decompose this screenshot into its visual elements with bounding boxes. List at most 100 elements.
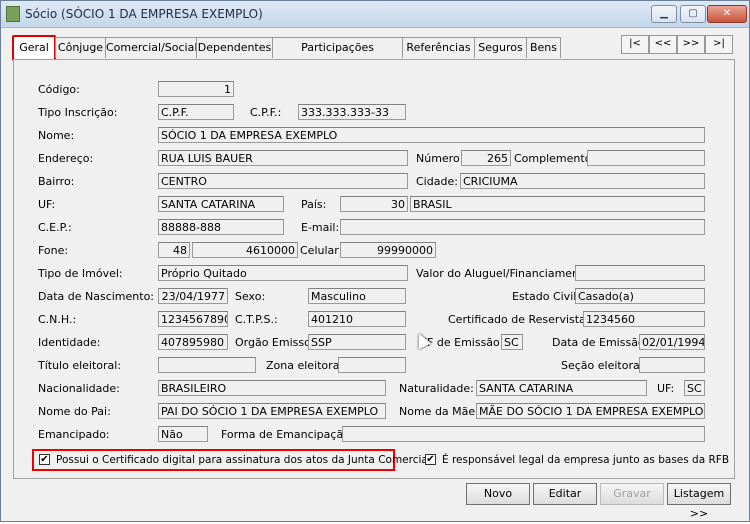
tipo-imovel-label: Tipo de Imóvel:: [38, 267, 123, 280]
gravar-button[interactable]: Gravar: [600, 483, 664, 505]
tab-geral[interactable]: Geral: [12, 35, 56, 61]
ctps-field[interactable]: 401210: [308, 311, 406, 327]
sexo-field[interactable]: Masculino: [308, 288, 406, 304]
valor-aluguel-label: Valor do Aluguel/Financiamento:: [416, 267, 594, 280]
previous-record-button[interactable]: <<: [649, 35, 677, 54]
uf-emissao-field[interactable]: SC: [501, 334, 523, 350]
nome-label: Nome:: [38, 129, 75, 142]
endereco-label: Endereço:: [38, 152, 94, 165]
data-emissao-field[interactable]: 02/01/1994: [639, 334, 705, 350]
uf-field[interactable]: SANTA CATARINA: [158, 196, 284, 212]
bairro-label: Bairro:: [38, 175, 75, 188]
codigo-label: Código:: [38, 83, 80, 96]
editar-button[interactable]: Editar: [533, 483, 597, 505]
zona-eleitoral-label: Zona eleitoral:: [266, 359, 347, 372]
uf-label: UF:: [38, 198, 56, 211]
celular-label: Celular:: [300, 244, 343, 257]
pais-field[interactable]: BRASIL: [410, 196, 705, 212]
tab-seguros[interactable]: Seguros: [474, 37, 527, 58]
first-record-button[interactable]: |<: [621, 35, 649, 54]
certificado-label[interactable]: Possui o Certificado digital para assina…: [56, 454, 431, 466]
last-record-button[interactable]: >|: [705, 35, 733, 54]
fone-field[interactable]: 4610000: [192, 242, 298, 258]
cep-field[interactable]: 88888-888: [158, 219, 284, 235]
cidade-field[interactable]: CRICIUMA: [460, 173, 705, 189]
reservista-field[interactable]: 1234560: [583, 311, 705, 327]
nome-pai-label: Nome do Pai:: [38, 405, 111, 418]
title-bar: Sócio (SÓCIO 1 DA EMPRESA EXEMPLO) ▁ ▢ ✕: [1, 1, 749, 28]
forma-emancipacao-label: Forma de Emancipação:: [221, 428, 354, 441]
tab-bens[interactable]: Bens: [526, 37, 561, 58]
emancipado-field[interactable]: Não: [158, 426, 208, 442]
numero-label: Número:: [416, 152, 464, 165]
responsavel-label[interactable]: É responsável legal da empresa junto as …: [442, 454, 729, 466]
cidade-label: Cidade:: [416, 175, 458, 188]
novo-button[interactable]: Novo: [466, 483, 530, 505]
forma-emancipacao-field[interactable]: [342, 426, 705, 442]
reservista-label: Certificado de Reservista:: [448, 313, 590, 326]
certificado-checkbox[interactable]: ✔: [39, 454, 50, 465]
pais-label: País:: [301, 198, 327, 211]
tipo-inscricao-field[interactable]: C.P.F.: [158, 104, 234, 120]
celular-field[interactable]: 99990000: [340, 242, 436, 258]
identidade-field[interactable]: 407895980: [158, 334, 228, 350]
cpf-label: C.P.F.:: [250, 106, 282, 119]
minimize-button[interactable]: ▁: [651, 5, 677, 23]
nome-pai-field[interactable]: PAI DO SÓCIO 1 DA EMPRESA EXEMPLO: [158, 403, 386, 419]
identidade-label: Identidade:: [38, 336, 101, 349]
tab-participacoes-societarias[interactable]: Participações Societárias: [272, 37, 403, 74]
pais-code-field[interactable]: 30: [340, 196, 408, 212]
naturalidade-label: Naturalidade:: [399, 382, 474, 395]
cep-label: C.E.P.:: [38, 221, 72, 234]
numero-field[interactable]: 265: [461, 150, 511, 166]
titulo-eleitoral-label: Título eleitoral:: [38, 359, 122, 372]
nome-mae-label: Nome da Mãe:: [399, 405, 479, 418]
naturalidade-field[interactable]: SANTA CATARINA: [476, 380, 647, 396]
fone-ddd-field[interactable]: 48: [158, 242, 190, 258]
sexo-label: Sexo:: [235, 290, 266, 303]
tab-referencias[interactable]: Referências: [402, 37, 475, 58]
data-nascimento-field[interactable]: 23/04/1977: [158, 288, 228, 304]
tab-conjuge[interactable]: Cônjuge: [55, 37, 106, 58]
zona-eleitoral-field[interactable]: [338, 357, 406, 373]
cpf-field[interactable]: 333.333.333-33: [298, 104, 406, 120]
data-nascimento-label: Data de Nascimento:: [38, 290, 155, 303]
tab-dependentes[interactable]: Dependentes: [196, 37, 273, 58]
codigo-field[interactable]: 1: [158, 81, 234, 97]
next-record-button[interactable]: >>: [677, 35, 705, 54]
tipo-imovel-field[interactable]: Próprio Quitado: [158, 265, 408, 281]
data-emissao-label: Data de Emissão:: [552, 336, 649, 349]
uf2-label: UF:: [657, 382, 675, 395]
titulo-eleitoral-field[interactable]: [158, 357, 256, 373]
valor-aluguel-field[interactable]: [575, 265, 705, 281]
tab-comercial-social[interactable]: Comercial/Social: [105, 37, 197, 58]
close-button[interactable]: ✕: [707, 5, 747, 23]
complemento-field[interactable]: [587, 150, 705, 166]
tipo-inscricao-label: Tipo Inscrição:: [38, 106, 118, 119]
orgao-emissor-field[interactable]: SSP: [308, 334, 406, 350]
uf2-field[interactable]: SC: [684, 380, 705, 396]
endereco-field[interactable]: RUA LUIS BAUER: [158, 150, 408, 166]
email-field[interactable]: [340, 219, 705, 235]
cnh-field[interactable]: 1234567890: [158, 311, 228, 327]
secao-eleitoral-field[interactable]: [639, 357, 705, 373]
app-icon: [6, 6, 20, 22]
nome-mae-field[interactable]: MÃE DO SÓCIO 1 DA EMPRESA EXEMPLO: [476, 403, 705, 419]
emancipado-label: Emancipado:: [38, 428, 110, 441]
nacionalidade-field[interactable]: BRASILEIRO: [158, 380, 386, 396]
estado-civil-label: Estado Civil:: [512, 290, 581, 303]
window: Sócio (SÓCIO 1 DA EMPRESA EXEMPLO) ▁ ▢ ✕…: [0, 0, 750, 522]
fone-label: Fone:: [38, 244, 69, 257]
listagem-button[interactable]: Listagem >>: [667, 483, 731, 520]
cnh-label: C.N.H.:: [38, 313, 77, 326]
secao-eleitoral-label: Seção eleitoral:: [561, 359, 647, 372]
maximize-button[interactable]: ▢: [680, 5, 706, 23]
estado-civil-field[interactable]: Casado(a): [575, 288, 705, 304]
responsavel-checkbox[interactable]: ✔: [425, 454, 436, 465]
ctps-label: C.T.P.S.:: [235, 313, 278, 326]
nacionalidade-label: Nacionalidade:: [38, 382, 120, 395]
bairro-field[interactable]: CENTRO: [158, 173, 408, 189]
complemento-label: Complemento:: [514, 152, 596, 165]
nome-field[interactable]: SÓCIO 1 DA EMPRESA EXEMPLO: [158, 127, 705, 143]
window-title: Sócio (SÓCIO 1 DA EMPRESA EXEMPLO): [25, 7, 263, 21]
